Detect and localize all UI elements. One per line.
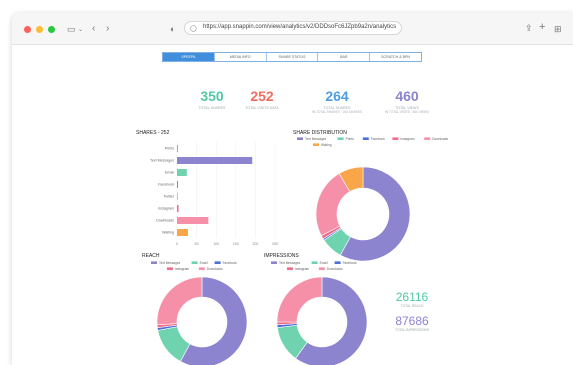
tab-share-status[interactable]: SHARE STATUS — [266, 53, 319, 61]
legend-swatch — [392, 137, 399, 140]
legend-swatch — [297, 137, 303, 140]
legend-swatch — [271, 261, 277, 264]
bar — [177, 169, 187, 176]
legend-label: Downloads — [207, 267, 223, 271]
y-tick-label: Prints — [165, 147, 174, 151]
legend-swatch — [318, 267, 325, 270]
pie-slice — [156, 276, 203, 326]
legend-swatch — [311, 261, 318, 264]
tab-bar[interactable]: BAR — [318, 53, 371, 61]
stat-sub: IN TOTAL VISITS · 460 VIEWS — [384, 110, 430, 114]
browser-window: ▭ ⌄ ‹ › ◐ ◯ https://app.snappin.com/view… — [12, 13, 573, 365]
minimize-window-button[interactable] — [36, 26, 43, 33]
x-tick-label: 0 — [176, 242, 178, 246]
stat-label: TOTAL VISITS DATA — [245, 106, 279, 110]
stat-visits: 252 TOTAL VISITS DATA — [222, 88, 302, 110]
legend-swatch — [214, 261, 221, 264]
bar — [177, 229, 188, 236]
address-bar[interactable]: ◯ https://app.snappin.com/view/analytics… — [184, 21, 402, 35]
legend-label: Text Messages — [279, 261, 301, 265]
legend-swatch — [167, 267, 173, 270]
legend-label: Facebook — [223, 261, 237, 265]
total-impressions-label: TOTAL IMPRESSIONS — [394, 328, 429, 332]
x-tick-label: 50 — [195, 242, 199, 246]
legend-swatch — [337, 137, 344, 140]
legend-swatch — [362, 137, 369, 140]
legend-label: Text Messages — [159, 261, 181, 265]
reach-chart: Text Messages Email Facebook Instagram Downl… — [151, 261, 248, 365]
bar — [177, 145, 178, 152]
share-distribution-chart: Text Messages Prints Facebook Instagram Down… — [297, 137, 448, 262]
y-tick-label: Waiting — [162, 231, 174, 235]
tab-media-info[interactable]: MEDIA INFO — [214, 53, 267, 61]
legend-label: Email — [320, 261, 328, 265]
impressions-chart: Text Messages Email Facebook Instagram Downl… — [271, 261, 368, 365]
stat-shares-detail: 264 TOTAL SHARES IN TOTAL SHARES · 264 S… — [297, 88, 377, 114]
bar — [177, 217, 209, 224]
browser-toolbar: ▭ ⌄ ‹ › ◐ ◯ https://app.snappin.com/view… — [12, 13, 573, 45]
total-reach-value: 26116 — [395, 290, 429, 304]
y-tick-label: Text Messages — [150, 159, 174, 163]
pie-slice — [276, 276, 323, 323]
shares-bar-chart: 0 50 100 150 200 250 Prints Text Messages Email F… — [150, 142, 278, 246]
legend-swatch — [198, 267, 205, 270]
bar — [177, 181, 178, 188]
legend-label: Facebook — [371, 137, 385, 141]
shield-icon: ◐ — [170, 24, 176, 34]
legend-swatch — [191, 261, 198, 264]
bar — [177, 205, 179, 212]
legend-swatch — [424, 137, 431, 140]
legend-label: Downloads — [432, 137, 448, 141]
x-tick-label: 100 — [213, 242, 219, 246]
y-tick-label: Facebook — [158, 183, 174, 187]
bar — [177, 157, 253, 164]
back-icon[interactable]: ‹ — [92, 24, 95, 34]
tab-overview-icon[interactable]: ⊞ — [554, 25, 562, 34]
legend-label: Instagram — [295, 267, 310, 271]
tab-scratch-bpn[interactable]: SCRATCH & BPN — [370, 53, 421, 61]
stat-value: 252 — [250, 88, 274, 104]
legend-label: Downloads — [327, 267, 343, 271]
forward-icon[interactable]: › — [106, 24, 109, 34]
y-tick-label: Instagram — [158, 207, 174, 211]
stat-views: 460 TOTAL VIEWS IN TOTAL VISITS · 460 VI… — [367, 88, 447, 114]
close-window-button[interactable] — [24, 26, 31, 33]
total-reach: 26116 TOTAL REACH — [382, 290, 442, 308]
share-icon[interactable]: ⇪ — [525, 24, 533, 33]
legend-swatch — [313, 143, 319, 146]
sidebar-icon[interactable]: ▭ — [67, 25, 76, 34]
bar — [177, 193, 178, 200]
shares-chart-title: SHARES - 252 — [136, 130, 170, 136]
y-tick-label: Downloads — [156, 219, 174, 223]
chevron-down-icon[interactable]: ⌄ — [78, 26, 83, 35]
y-tick-label: Twitter — [163, 195, 174, 199]
legend-label: Text Messages — [305, 137, 327, 141]
new-tab-icon[interactable]: + — [539, 22, 545, 33]
stat-value: 460 — [395, 88, 419, 104]
x-tick-label: 250 — [272, 242, 278, 246]
stat-sub: IN TOTAL SHARES · 264 SHARES — [311, 110, 362, 114]
stat-value: 264 — [325, 88, 349, 104]
x-tick-label: 150 — [233, 242, 239, 246]
legend-label: Instagram — [400, 137, 415, 141]
analytics-page: SPEEPA MEDIA INFO SHARE STATUS BAR SCRATCH &… — [12, 46, 573, 365]
tab-speepa[interactable]: SPEEPA — [163, 53, 215, 61]
x-tick-label: 200 — [252, 242, 258, 246]
total-reach-label: TOTAL REACH — [400, 304, 424, 308]
total-impressions-value: 87686 — [395, 314, 429, 328]
total-impressions: 87686 TOTAL IMPRESSIONS — [382, 314, 442, 332]
legend-label: Facebook — [343, 261, 357, 265]
zoom-window-button[interactable] — [48, 26, 55, 33]
legend-label: Email — [200, 261, 208, 265]
analytics-tabs: SPEEPA MEDIA INFO SHARE STATUS BAR SCRATCH &… — [162, 52, 422, 62]
legend-swatch — [334, 261, 341, 264]
legend-label: Waiting — [321, 143, 332, 147]
legend-swatch — [151, 261, 157, 264]
legend-label: Prints — [346, 137, 355, 141]
url-text: https://app.snappin.com/view/analytics/v… — [203, 24, 397, 30]
page-icon: ◯ — [190, 26, 197, 32]
y-tick-label: Email — [165, 171, 174, 175]
legend-label: Instagram — [175, 267, 190, 271]
legend-swatch — [287, 267, 293, 270]
